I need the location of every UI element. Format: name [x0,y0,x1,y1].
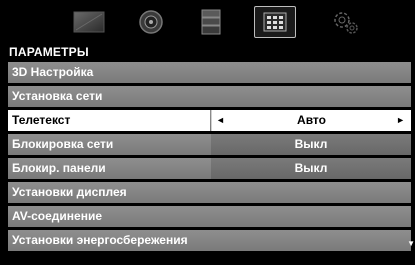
settings-gears-icon [334,12,358,34]
menu-item-av-connection[interactable]: AV-соединение [8,206,411,227]
arrow-right-icon[interactable]: ► [396,110,405,131]
menu-list: 3D Настройка Установка сети Телетекст ◄ … [8,62,411,254]
menu-item-label: Блокир. панели [12,161,106,175]
panel-lock-value[interactable]: Выкл [211,158,411,179]
menu-item-label: Установка сети [12,89,103,103]
menu-item-label-cell: Блокир. панели [8,158,210,179]
menu-item-label: Телетекст [12,113,71,127]
teletext-value-selector[interactable]: ◄ Авто ► [211,110,411,131]
media-icon [201,9,221,35]
menu-item-value: Выкл [294,161,328,175]
menu-item-label: Установки энергосбережения [12,233,188,247]
menu-tab-bar [0,0,415,44]
tab-sound[interactable] [134,6,168,38]
tab-settings[interactable] [328,6,364,38]
menu-item-label: 3D Настройка [12,65,94,79]
menu-item-label: AV-соединение [12,209,103,223]
menu-item-value: Выкл [294,137,328,151]
picture-icon [73,11,105,33]
tv-menu-screen: ПАРАМЕТРЫ 3D Настройка Установка сети Те… [0,0,415,265]
menu-item-3d-settings[interactable]: 3D Настройка [8,62,411,83]
sound-icon [139,10,163,34]
menu-item-value: Авто [297,113,326,127]
menu-item-display-settings[interactable]: Установки дисплея [8,182,411,203]
setup-grid-icon [263,12,287,32]
menu-item-energy-saving[interactable]: Установки энергосбережения [8,230,411,251]
menu-item-network-setup[interactable]: Установка сети [8,86,411,107]
menu-item-label-cell: Блокировка сети [8,134,210,155]
tab-picture[interactable] [70,6,108,38]
scroll-down-icon: ▼ [407,239,415,248]
menu-item-network-lock[interactable]: Блокировка сети Выкл [8,134,411,155]
tab-setup[interactable] [254,6,296,38]
menu-item-teletext[interactable]: Телетекст ◄ Авто ► [8,110,411,131]
network-lock-value[interactable]: Выкл [211,134,411,155]
menu-item-label-cell: Телетекст [8,110,210,131]
tab-media[interactable] [196,6,226,38]
menu-item-panel-lock[interactable]: Блокир. панели Выкл [8,158,411,179]
menu-item-label: Блокировка сети [12,137,114,151]
menu-item-label: Установки дисплея [12,185,127,199]
menu-title: ПАРАМЕТРЫ [9,45,89,59]
